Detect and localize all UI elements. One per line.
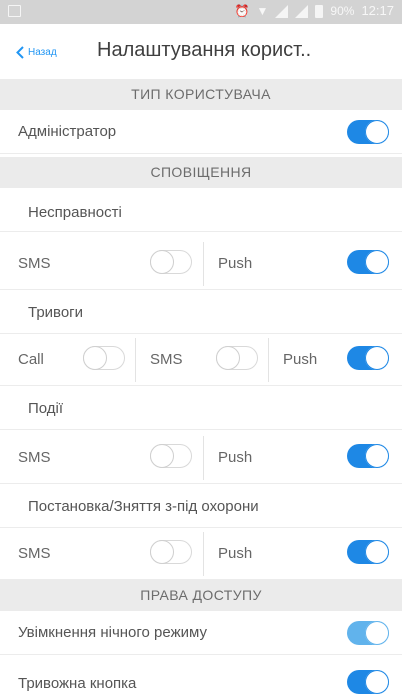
arming-sms-label: SMS (18, 545, 51, 562)
admin-toggle[interactable] (347, 120, 389, 144)
arming-channels-row: SMS Push (0, 528, 402, 580)
alarm-icon: ⏰ (234, 4, 250, 18)
section-header-notifications: СПОВІЩЕННЯ (0, 157, 402, 188)
events-label: Події (28, 400, 64, 417)
alarms-push-label: Push (283, 351, 318, 368)
divider (203, 242, 204, 286)
page-title: Налаштування корист.. (97, 39, 312, 61)
battery-icon (315, 4, 324, 18)
alarms-label: Тривоги (28, 304, 84, 321)
faults-push-label: Push (218, 255, 253, 272)
events-push-toggle[interactable] (347, 444, 389, 468)
faults-channels-row: SMS Push (0, 238, 402, 290)
admin-row: Адміністратор (0, 110, 402, 154)
panic-button-row: Тривожна кнопка (0, 660, 402, 698)
arming-sms-toggle[interactable] (150, 540, 192, 564)
status-bar: ⏰ ▼ 90% 12:17 (0, 0, 402, 24)
faults-row: Несправності (0, 188, 402, 232)
clock: 12:17 (361, 3, 394, 18)
wifi-icon: ▼ (256, 4, 269, 18)
arming-push-label: Push (218, 545, 253, 562)
battery-percent: 90% (330, 4, 355, 18)
faults-label: Несправності (28, 204, 122, 221)
back-button[interactable]: Назад (16, 40, 57, 64)
events-sms-label: SMS (18, 449, 51, 466)
faults-sms-label: SMS (18, 255, 51, 272)
divider (268, 338, 269, 382)
admin-label: Адміністратор (18, 123, 117, 140)
back-label: Назад (28, 46, 57, 58)
night-mode-label: Увімкнення нічного режиму (18, 624, 207, 641)
alarms-sms-label: SMS (150, 351, 183, 368)
panic-button-label: Тривожна кнопка (18, 675, 137, 692)
faults-sms-toggle[interactable] (150, 250, 192, 274)
panic-button-toggle[interactable] (347, 670, 389, 694)
faults-push-toggle[interactable] (347, 250, 389, 274)
alarms-row: Тривоги (0, 290, 402, 334)
divider (203, 436, 204, 480)
alarms-channels-row: Call SMS Push (0, 334, 402, 386)
night-mode-row: Увімкнення нічного режиму (0, 611, 402, 655)
status-icons: ⏰ ▼ 90% 12:17 (234, 3, 394, 19)
divider (135, 338, 136, 382)
section-header-user-type: ТИП КОРИСТУВАЧА (0, 79, 402, 110)
signal-2-icon (295, 4, 309, 18)
navigation-bar: Назад Налаштування корист.. (0, 24, 402, 79)
signal-icon (275, 4, 289, 18)
arming-label: Постановка/Зняття з-під охорони (28, 498, 259, 515)
alarms-call-label: Call (18, 351, 44, 368)
events-sms-toggle[interactable] (150, 444, 192, 468)
section-header-access-rights: ПРАВА ДОСТУПУ (0, 580, 402, 611)
notification-image-icon (8, 5, 21, 17)
events-row: Події (0, 386, 402, 430)
alarms-push-toggle[interactable] (347, 346, 389, 370)
chevron-left-icon (16, 45, 24, 59)
arming-row: Постановка/Зняття з-під охорони (0, 484, 402, 528)
alarms-call-toggle[interactable] (83, 346, 125, 370)
events-push-label: Push (218, 449, 253, 466)
divider (203, 532, 204, 576)
events-channels-row: SMS Push (0, 432, 402, 484)
night-mode-toggle[interactable] (347, 621, 389, 645)
alarms-sms-toggle[interactable] (216, 346, 258, 370)
arming-push-toggle[interactable] (347, 540, 389, 564)
